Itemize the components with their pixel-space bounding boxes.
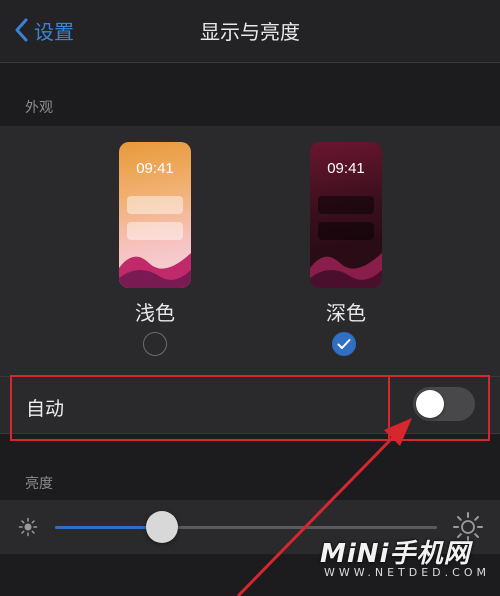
watermark-domain: WWW.NETDED.COM	[324, 566, 490, 579]
watermark-logo: MiNi手机网	[320, 539, 471, 569]
annotation-arrow	[236, 418, 412, 596]
